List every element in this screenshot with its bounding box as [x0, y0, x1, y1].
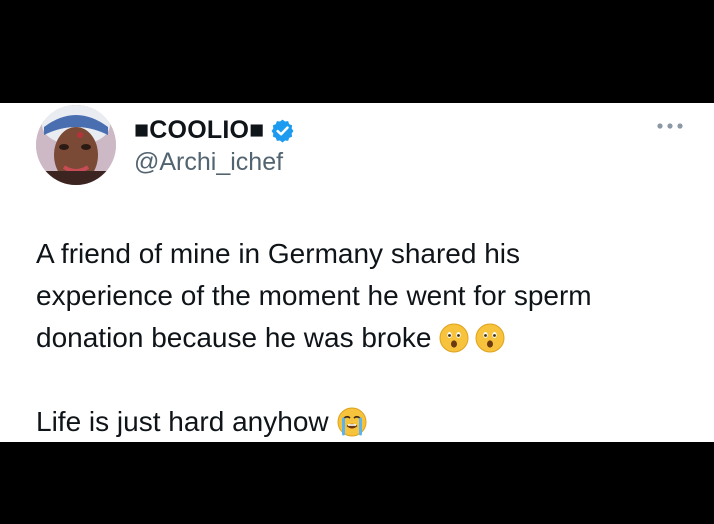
tweet-line-text: Life is just hard anyhow: [36, 406, 329, 437]
more-dots-icon: [657, 123, 683, 129]
profile-photo-icon: [36, 105, 116, 185]
crying-face-emoji-icon: [337, 407, 367, 437]
tweet-line-text: donation because he was broke: [36, 322, 432, 353]
tweet-line: Life is just hard anyhow: [36, 401, 686, 442]
astonished-face-emoji-icon: [439, 323, 469, 353]
tweet-line: experience of the moment he went for spe…: [36, 275, 686, 317]
astonished-face-emoji-icon: [475, 323, 505, 353]
author-name-row[interactable]: ■COOLIO■: [134, 115, 295, 145]
verified-badge-icon: [270, 118, 295, 143]
screenshot-frame: ■COOLIO■ @Archi_ichef A friend of mine i…: [0, 0, 714, 524]
tweet-card[interactable]: ■COOLIO■ @Archi_ichef A friend of mine i…: [0, 103, 714, 442]
tweet-text: A friend of mine in Germany shared his e…: [36, 233, 686, 442]
tweet-line: A friend of mine in Germany shared his: [36, 233, 686, 275]
tweet-line: donation because he was broke: [36, 317, 686, 359]
avatar[interactable]: [36, 105, 116, 185]
author-handle[interactable]: @Archi_ichef: [134, 148, 283, 177]
author-display-name[interactable]: ■COOLIO■: [134, 116, 264, 145]
tweet-line-text: A friend of mine in Germany shared his: [36, 238, 521, 269]
more-options-button[interactable]: [654, 115, 686, 137]
tweet-line-text: experience of the moment he went for spe…: [36, 280, 592, 311]
